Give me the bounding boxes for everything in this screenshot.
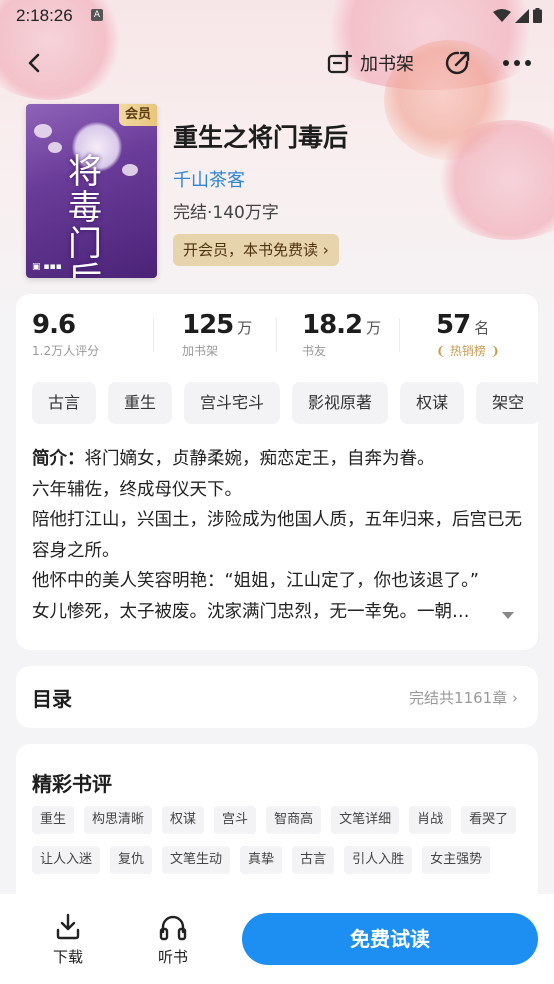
- divider: [276, 318, 277, 352]
- headphones-icon: [159, 915, 187, 941]
- signal-icon: [515, 8, 529, 23]
- download-label: 下载: [52, 948, 83, 966]
- synopsis-line: 陪他打江山，兴国土，涉险成为他国人质，五年归来，后宫已无容身之所。: [32, 510, 522, 561]
- rank-label-text: 热销榜: [449, 344, 486, 358]
- rank-value: 57: [436, 310, 471, 340]
- review-tag[interactable]: 女主强势: [422, 846, 491, 874]
- rank-label: ❨ 热销榜 ❩: [436, 344, 500, 358]
- synopsis-label: 简介：: [32, 449, 85, 469]
- review-tag[interactable]: 引人入胜: [344, 846, 413, 874]
- friends-unit: 万: [366, 319, 382, 337]
- book-meta: 完结·140万字: [173, 203, 279, 223]
- genre-tags: 古言 重生 宫斗宅斗 影视原著 权谋 架空: [32, 382, 541, 424]
- book-cover[interactable]: 将毒门后 ▣ ▪▪▪ 会员: [26, 104, 157, 278]
- bottom-action-bar: 下载 听书 免费试读: [0, 894, 554, 984]
- review-tag[interactable]: 权谋: [162, 806, 205, 834]
- divider: [153, 318, 154, 352]
- battery-icon: [533, 8, 542, 23]
- expand-chevron-icon[interactable]: [502, 612, 514, 619]
- genre-tag[interactable]: 架空: [476, 382, 541, 424]
- catalog-title: 目录: [32, 687, 72, 711]
- review-tag[interactable]: 智商高: [266, 806, 322, 834]
- listen-button[interactable]: 听书: [143, 912, 203, 967]
- more-icon[interactable]: [500, 48, 534, 78]
- status-time: 2:18:26: [16, 6, 73, 25]
- review-tag[interactable]: 看哭了: [461, 806, 517, 834]
- review-tag[interactable]: 真挚: [240, 846, 283, 874]
- synopsis-line: 六年辅佐，终成母仪天下。: [32, 479, 242, 500]
- review-tag[interactable]: 文笔详细: [331, 806, 400, 834]
- system-icons: [493, 8, 542, 23]
- genre-tag[interactable]: 宫斗宅斗: [184, 382, 281, 424]
- notification-icon: A: [91, 9, 103, 21]
- download-button[interactable]: 下载: [38, 912, 98, 967]
- synopsis-line: 将门嫡女，贞静柔婉，痴恋定王，自奔为眷。: [84, 449, 435, 469]
- review-tag[interactable]: 古言: [292, 846, 335, 874]
- stat-rank[interactable]: 57 名 ❨ 热销榜 ❩: [436, 310, 500, 359]
- shelf-unit: 万: [237, 319, 253, 337]
- review-tag[interactable]: 复仇: [110, 846, 153, 874]
- stats-row: 9.6 1.2万人评分 125 万 加书架 18.2 万 书友 57 名 ❨ 热销榜 …: [16, 310, 538, 362]
- stat-shelf: 125 万 加书架: [182, 310, 252, 359]
- share-icon[interactable]: [443, 48, 473, 78]
- shelf-label: 加书架: [182, 344, 219, 358]
- cover-flower: [34, 124, 52, 138]
- vip-free-read-button[interactable]: 开会员，本书免费读 ›: [173, 234, 339, 266]
- divider: [399, 318, 400, 352]
- review-tag[interactable]: 文笔生动: [162, 846, 231, 874]
- free-read-button[interactable]: 免费试读: [242, 913, 538, 965]
- catalog-summary: 完结共1161章 ›: [409, 689, 518, 707]
- cover-title-art: 将毒门后: [68, 152, 102, 278]
- review-tag[interactable]: 让人入迷: [32, 846, 101, 874]
- author-link[interactable]: 千山茶客: [173, 166, 245, 192]
- genre-tag[interactable]: 权谋: [400, 382, 465, 424]
- stat-friends[interactable]: 18.2 万 书友: [302, 310, 381, 359]
- listen-label: 听书: [157, 948, 188, 966]
- friends-value: 18.2: [302, 310, 363, 340]
- top-bar: 加书架: [0, 42, 554, 86]
- add-shelf-button[interactable]: 加书架: [326, 48, 414, 78]
- status-bar: 2:18:26 A: [0, 0, 554, 32]
- back-icon[interactable]: [20, 48, 50, 78]
- add-shelf-label: 加书架: [360, 54, 414, 75]
- shelf-value: 125: [182, 310, 234, 340]
- review-tags: 重生 构思清晰 权谋 宫斗 智商高 文笔详细 肖战 看哭了 让人入迷 复仇 文笔…: [32, 806, 532, 874]
- cover-publisher-logo: ▣ ▪▪▪: [32, 262, 62, 272]
- review-tag[interactable]: 宫斗: [214, 806, 257, 834]
- synopsis[interactable]: 简介：将门嫡女，贞静柔婉，痴恋定王，自奔为眷。 六年辅佐，终成母仪天下。 陪他打…: [32, 444, 524, 627]
- bookshelf-add-icon: [327, 50, 353, 74]
- genre-tag[interactable]: 影视原著: [292, 382, 389, 424]
- cover-flower: [48, 142, 62, 153]
- synopsis-line: 他怀中的美人笑容明艳：“姐姐，江山定了，你也该退了。”: [32, 571, 479, 591]
- rank-unit: 名: [474, 319, 490, 337]
- stat-rating: 9.6 1.2万人评分: [32, 310, 99, 359]
- wifi-icon: [493, 8, 511, 22]
- download-icon: [56, 913, 80, 940]
- rating-value: 9.6: [32, 310, 76, 340]
- review-tag[interactable]: 肖战: [409, 806, 452, 834]
- genre-tag[interactable]: 古言: [32, 382, 97, 424]
- genre-tag[interactable]: 重生: [108, 382, 173, 424]
- review-tag[interactable]: 重生: [32, 806, 75, 834]
- vip-badge: 会员: [119, 104, 157, 126]
- review-tag[interactable]: 构思清晰: [84, 806, 153, 834]
- reviews-card: 精彩书评 重生 构思清晰 权谋 宫斗 智商高 文笔详细 肖战 看哭了 让人入迷 …: [16, 744, 538, 914]
- book-info-card: 9.6 1.2万人评分 125 万 加书架 18.2 万 书友 57 名 ❨ 热销榜 …: [16, 294, 541, 650]
- book-title: 重生之将门毒后: [173, 123, 349, 152]
- friends-label: 书友: [302, 344, 327, 358]
- reviews-title: 精彩书评: [32, 772, 112, 796]
- catalog-card[interactable]: 目录 完结共1161章 ›: [16, 666, 538, 728]
- rating-label: 1.2万人评分: [32, 344, 100, 358]
- synopsis-line: 女儿惨死，太子被废。沈家满门忠烈，无一幸免。一朝…: [32, 601, 470, 622]
